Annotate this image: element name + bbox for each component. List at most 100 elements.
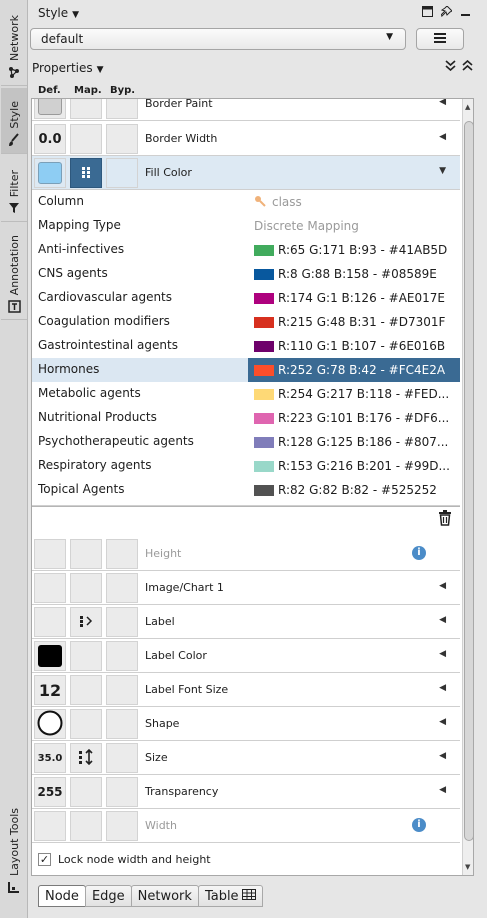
info-icon[interactable]: i xyxy=(412,546,426,560)
mapping-entry-row[interactable]: Anti-infectives R:65 G:171 B:93 - #41AB5D xyxy=(32,238,460,262)
bypass-cell[interactable] xyxy=(106,99,138,119)
mapping-entry-row[interactable]: Cardiovascular agents R:174 G:1 B:126 - #… xyxy=(32,286,460,310)
expand-arrow-icon[interactable]: ◀ xyxy=(439,99,446,107)
trash-icon[interactable] xyxy=(438,510,452,526)
bypass-cell[interactable] xyxy=(106,811,138,841)
bypass-cell[interactable] xyxy=(106,641,138,671)
float-window-icon[interactable] xyxy=(422,6,433,20)
mapping-cell[interactable] xyxy=(70,811,102,841)
expand-all-icon[interactable] xyxy=(445,60,456,74)
mapping-entry-row[interactable]: Gastrointestinal agents R:110 G:1 B:107 -… xyxy=(32,334,460,358)
default-cell[interactable] xyxy=(34,573,66,603)
mapping-entry-row[interactable]: Respiratory agents R:153 G:216 B:201 - #9… xyxy=(32,454,460,478)
expand-arrow-icon[interactable]: ◀ xyxy=(439,615,446,625)
bypass-cell[interactable] xyxy=(106,743,138,773)
expand-arrow-icon[interactable]: ◀ xyxy=(439,751,446,761)
mapping-column-row[interactable]: Column class xyxy=(32,190,460,214)
mapping-type-row[interactable]: Mapping Type Discrete Mapping xyxy=(32,214,460,238)
property-row-label[interactable]: Label ◀ xyxy=(32,605,460,639)
expand-arrow-icon[interactable]: ◀ xyxy=(439,683,446,693)
tab-filter[interactable]: Filter xyxy=(1,156,27,222)
default-cell[interactable] xyxy=(34,709,66,739)
default-cell[interactable] xyxy=(34,539,66,569)
tab-edge[interactable]: Edge xyxy=(84,885,132,907)
bypass-cell[interactable] xyxy=(106,158,138,188)
property-row-image-chart[interactable]: Image/Chart 1 ◀ xyxy=(32,571,460,605)
tab-network-style[interactable]: Network xyxy=(130,885,199,907)
mapping-entry-row[interactable]: Metabolic agents R:254 G:217 B:118 - #FED… xyxy=(32,382,460,406)
mapping-entry-row[interactable]: Coagulation modifiers R:215 G:48 B:31 - #… xyxy=(32,310,460,334)
minimize-icon[interactable] xyxy=(460,6,471,20)
bypass-cell[interactable] xyxy=(106,777,138,807)
mapping-cell[interactable] xyxy=(70,158,102,188)
mapping-cell[interactable] xyxy=(70,709,102,739)
default-cell[interactable] xyxy=(34,641,66,671)
property-row-height[interactable]: Height i xyxy=(32,537,460,571)
property-row-shape[interactable]: Shape ◀ xyxy=(32,707,460,741)
mapping-entry-value[interactable]: R:215 G:48 B:31 - #D7301F xyxy=(248,310,460,334)
expand-arrow-icon[interactable]: ◀ xyxy=(439,649,446,659)
mapping-type-value[interactable]: Discrete Mapping xyxy=(248,214,460,238)
bypass-cell[interactable] xyxy=(106,709,138,739)
default-cell[interactable] xyxy=(34,99,66,119)
vertical-scrollbar[interactable]: ▲ ▼ xyxy=(462,99,473,875)
mapping-entry-value[interactable]: R:254 G:217 B:118 - #FED... xyxy=(248,382,460,406)
tab-node[interactable]: Node xyxy=(38,885,86,907)
lock-size-checkbox[interactable]: ✓ xyxy=(38,853,51,866)
tab-layout-tools[interactable]: Layout Tools xyxy=(1,800,27,900)
property-row-border-paint[interactable]: Border Paint ◀ xyxy=(32,99,460,121)
property-row-transparency[interactable]: 255 Transparency ◀ xyxy=(32,775,460,809)
mapping-cell[interactable] xyxy=(70,607,102,637)
bypass-cell[interactable] xyxy=(106,539,138,569)
tab-annotation[interactable]: Annotation xyxy=(1,224,27,320)
mapping-cell[interactable] xyxy=(70,124,102,154)
mapping-entry-row[interactable]: Nutritional Products R:223 G:101 B:176 - … xyxy=(32,406,460,430)
bypass-cell[interactable] xyxy=(106,573,138,603)
property-row-label-color[interactable]: Label Color ◀ xyxy=(32,639,460,673)
default-cell[interactable] xyxy=(34,811,66,841)
property-row-width[interactable]: Width i xyxy=(32,809,460,843)
mapping-column-value[interactable]: class xyxy=(248,190,460,214)
tab-table[interactable]: Table xyxy=(197,885,263,907)
mapping-cell[interactable] xyxy=(70,743,102,773)
default-cell[interactable]: 0.0 xyxy=(34,124,66,154)
mapping-entry-row[interactable]: Hormones R:252 G:78 B:42 - #FC4E2A xyxy=(32,358,460,382)
style-options-button[interactable] xyxy=(416,28,464,50)
default-cell[interactable] xyxy=(34,607,66,637)
mapping-cell[interactable] xyxy=(70,539,102,569)
mapping-entry-value[interactable]: R:82 G:82 B:82 - #525252 xyxy=(248,478,460,502)
default-cell[interactable] xyxy=(34,158,66,188)
bypass-cell[interactable] xyxy=(106,675,138,705)
mapping-cell[interactable] xyxy=(70,99,102,119)
mapping-entry-value[interactable]: R:110 G:1 B:107 - #6E016B xyxy=(248,334,460,358)
mapping-cell[interactable] xyxy=(70,573,102,603)
mapping-entry-value[interactable]: R:223 G:101 B:176 - #DF6... xyxy=(248,406,460,430)
mapping-entry-value[interactable]: R:153 G:216 B:201 - #99D... xyxy=(248,454,460,478)
mapping-entry-value[interactable]: R:65 G:171 B:93 - #41AB5D xyxy=(248,238,460,262)
expand-arrow-icon[interactable]: ◀ xyxy=(439,132,446,142)
default-cell[interactable]: 12 xyxy=(34,675,66,705)
mapping-cell[interactable] xyxy=(70,675,102,705)
mapping-entry-row[interactable]: CNS agents R:8 G:88 B:158 - #08589E xyxy=(32,262,460,286)
expand-arrow-icon[interactable]: ◀ xyxy=(439,581,446,591)
tab-network[interactable]: Network xyxy=(1,4,27,86)
expand-arrow-icon[interactable]: ◀ xyxy=(439,717,446,727)
collapse-all-icon[interactable] xyxy=(462,59,473,74)
mapping-entry-value[interactable]: R:252 G:78 B:42 - #FC4E2A xyxy=(248,358,460,382)
default-cell[interactable]: 255 xyxy=(34,777,66,807)
style-panel-title[interactable]: Style ▼ xyxy=(38,6,79,20)
mapping-entry-row[interactable]: Topical Agents R:82 G:82 B:82 - #525252 xyxy=(32,478,460,502)
collapse-arrow-icon[interactable]: ▼ xyxy=(439,166,446,176)
property-row-fill-color[interactable]: Fill Color ▼ xyxy=(32,156,460,190)
mapping-entry-value[interactable]: R:8 G:88 B:158 - #08589E xyxy=(248,262,460,286)
mapping-entry-value[interactable]: R:174 G:1 B:126 - #AE017E xyxy=(248,286,460,310)
property-row-border-width[interactable]: 0.0 Border Width ◀ xyxy=(32,122,460,156)
properties-dropdown[interactable]: Properties ▼ xyxy=(32,61,104,75)
pin-icon[interactable] xyxy=(440,5,453,20)
scroll-up-icon[interactable]: ▲ xyxy=(465,103,470,111)
scroll-down-icon[interactable]: ▼ xyxy=(465,863,470,871)
mapping-cell[interactable] xyxy=(70,777,102,807)
scrollbar-thumb[interactable] xyxy=(464,121,473,841)
expand-arrow-icon[interactable]: ◀ xyxy=(439,785,446,795)
mapping-entry-value[interactable]: R:128 G:125 B:186 - #807... xyxy=(248,430,460,454)
